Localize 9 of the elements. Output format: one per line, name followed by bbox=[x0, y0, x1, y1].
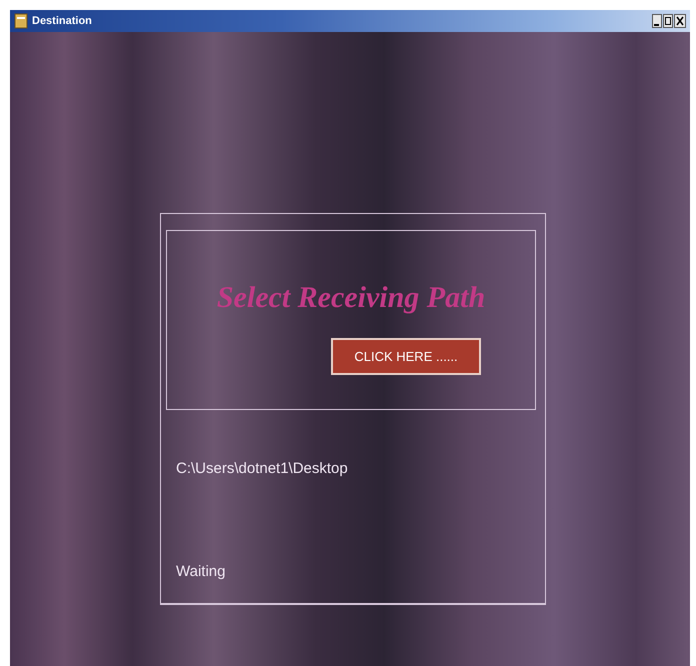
app-icon bbox=[14, 13, 28, 29]
heading: Select Receiving Path bbox=[216, 280, 486, 316]
path-label: C:\Users\dotnet1\Desktop bbox=[176, 459, 349, 479]
window-title: Destination bbox=[32, 14, 92, 29]
minimize-icon[interactable] bbox=[652, 14, 662, 28]
click-here-button[interactable]: CLICK HERE ...... bbox=[331, 338, 481, 375]
status-label: Waiting bbox=[176, 562, 226, 582]
maximize-icon[interactable] bbox=[663, 14, 673, 28]
close-icon[interactable] bbox=[674, 14, 686, 28]
